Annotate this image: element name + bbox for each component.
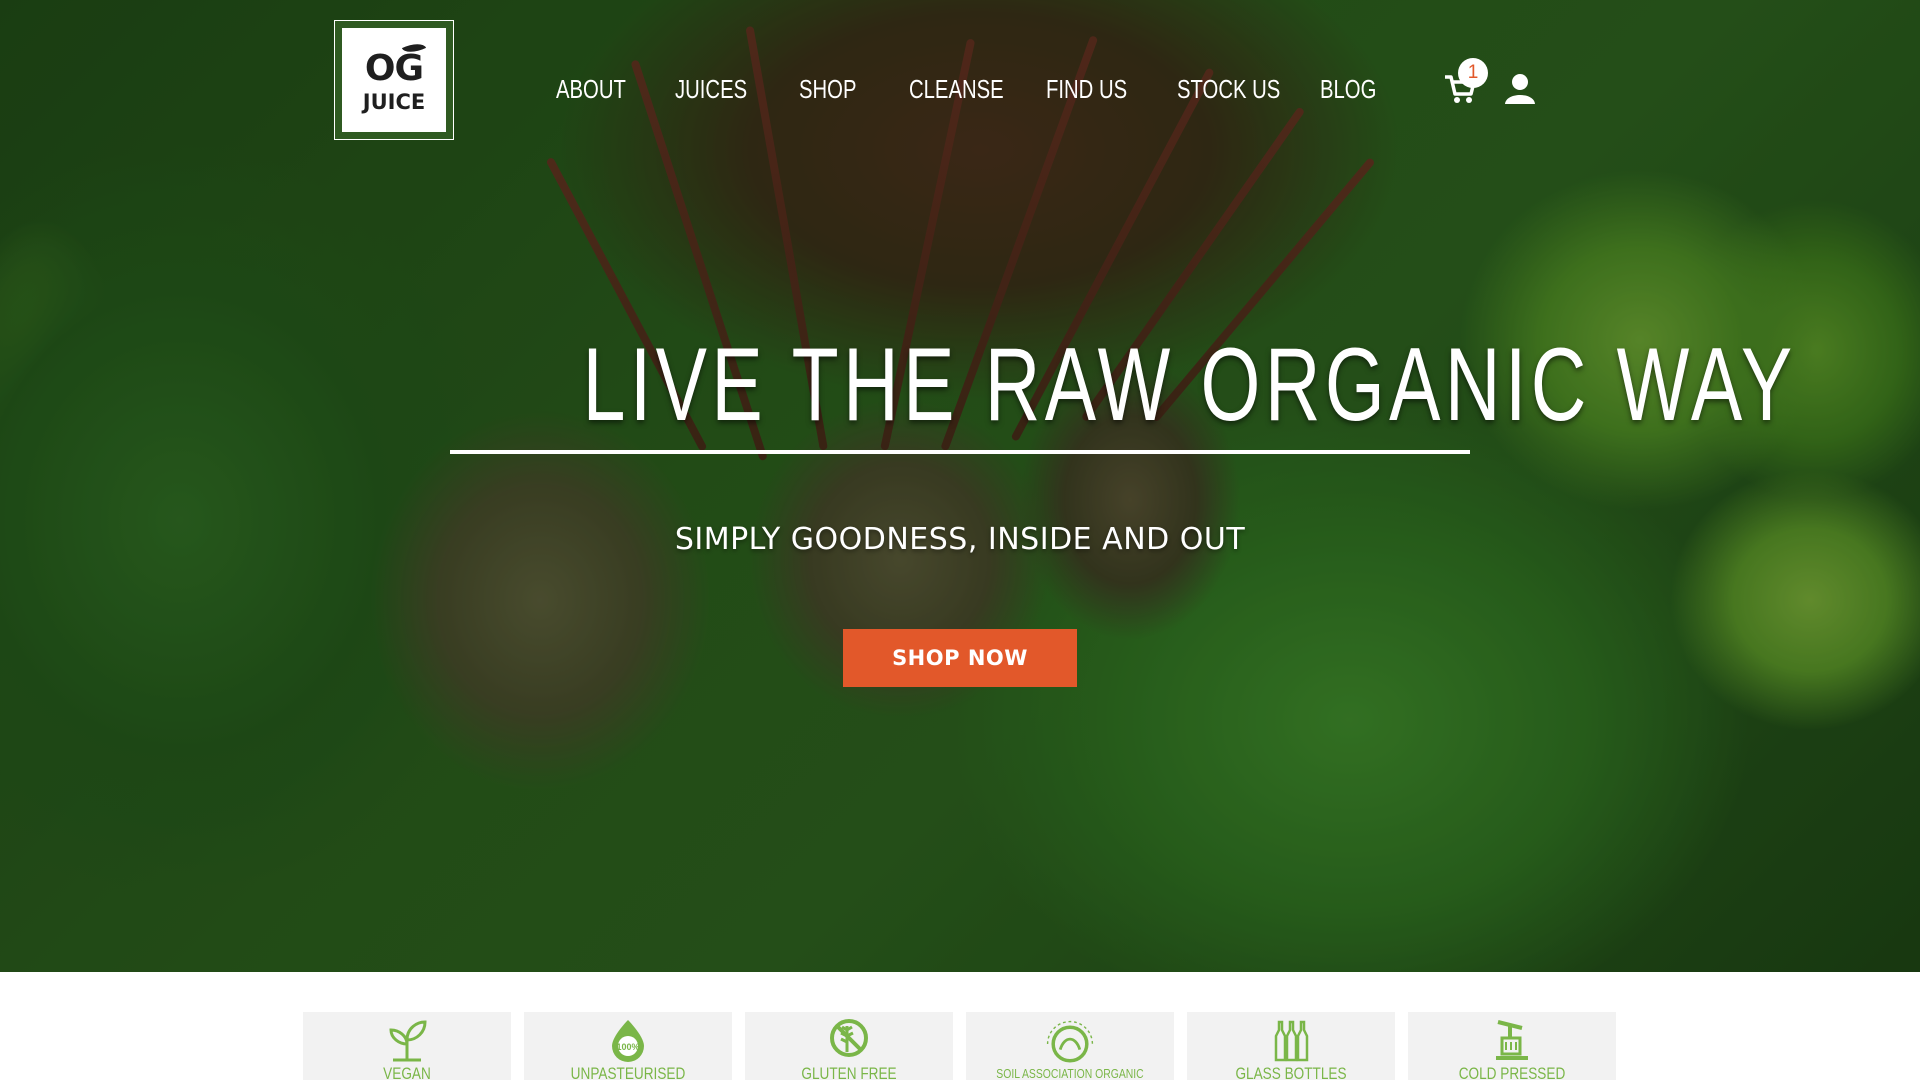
logo-juice-text: JUICE (362, 90, 426, 114)
nav-juices[interactable]: JUICES (675, 74, 747, 105)
feature-vegan: VEGAN (303, 1012, 511, 1080)
nav-stock-us[interactable]: STOCK US (1177, 74, 1280, 105)
feature-label: SOIL ASSOCIATION ORGANIC (996, 1066, 1144, 1080)
hero-overlay (0, 0, 1920, 972)
user-icon[interactable] (1503, 72, 1537, 106)
sprout-icon (389, 1020, 427, 1062)
site-logo[interactable]: OG JUICE (334, 20, 454, 140)
no-wheat-icon (830, 1019, 868, 1057)
logo-frame: OG JUICE (342, 28, 446, 132)
nav-shop[interactable]: SHOP (799, 74, 856, 105)
nav-about[interactable]: ABOUT (556, 74, 626, 105)
feature-label: GLASS BOTTLES (1235, 1064, 1347, 1080)
feature-label: COLD PRESSED (1458, 1064, 1566, 1080)
headline-underline (450, 450, 1470, 454)
feature-label: VEGAN (383, 1064, 431, 1080)
hero-headline: LIVE THE RAW ORGANIC WAY (582, 327, 1797, 443)
feature-label: GLUTEN FREE (801, 1064, 897, 1080)
svg-text:100%: 100% (616, 1042, 639, 1052)
nav-find-us[interactable]: FIND US (1046, 74, 1127, 105)
press-icon (1496, 1020, 1528, 1060)
feature-glass-bottles: GLASS BOTTLES (1187, 1012, 1395, 1080)
feature-soil-association: SOIL ASSOCIATION ORGANIC (966, 1012, 1174, 1080)
feature-gluten-free: GLUTEN FREE (745, 1012, 953, 1080)
cart-count-badge: 1 (1458, 58, 1488, 88)
feature-cold-pressed: COLD PRESSED (1408, 1012, 1616, 1080)
hundred-percent-icon: 100% (612, 1020, 644, 1062)
logo-og-text: OG (364, 48, 424, 89)
bottles-icon (1274, 1020, 1309, 1062)
feature-unpasteurised: 100% UNPASTEURISED (524, 1012, 732, 1080)
hero-background (0, 0, 1920, 972)
nav-blog[interactable]: BLOG (1320, 74, 1376, 105)
hero-subheadline: SIMPLY GOODNESS, INSIDE AND OUT (674, 522, 1246, 557)
shop-now-button[interactable]: SHOP NOW (843, 629, 1077, 687)
nav-cleanse[interactable]: CLEANSE (909, 74, 1004, 105)
feature-label: UNPASTEURISED (570, 1064, 686, 1080)
